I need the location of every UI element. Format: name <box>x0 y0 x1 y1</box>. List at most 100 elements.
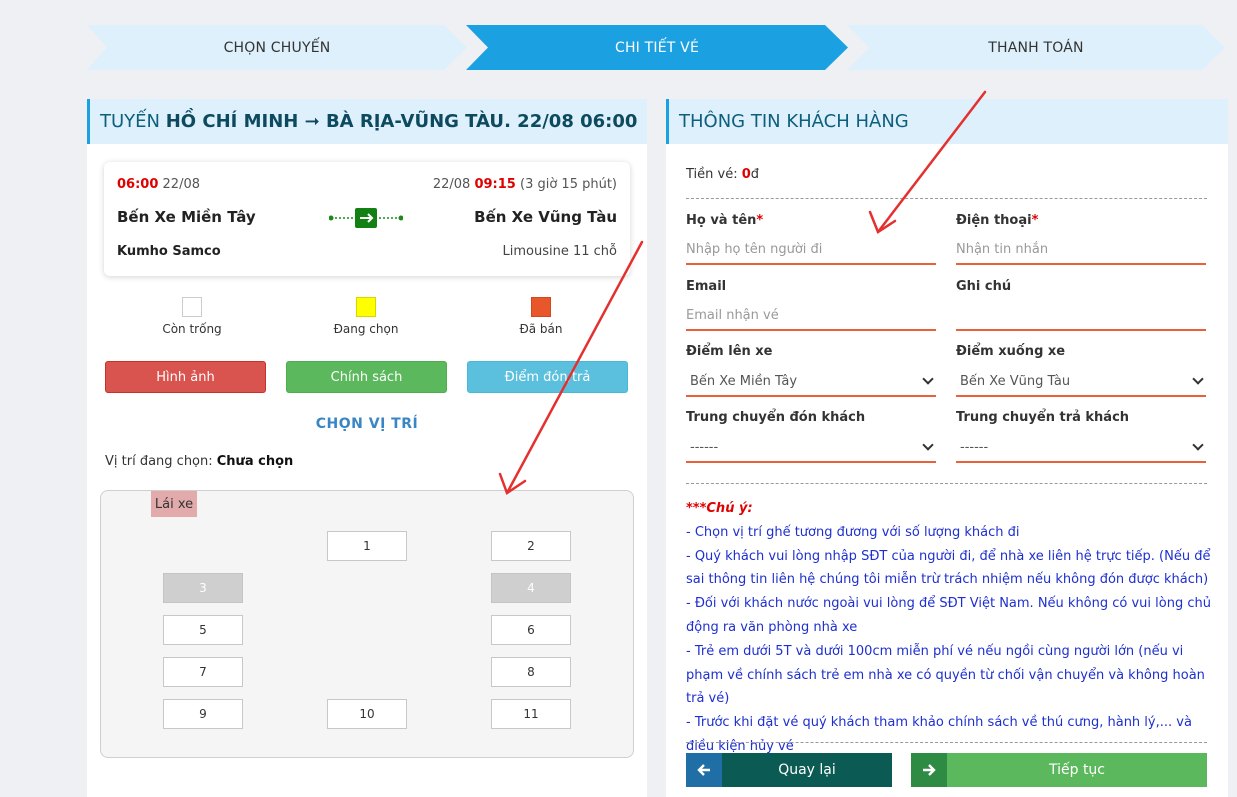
divider <box>686 483 1207 484</box>
operator: Kumho Samco <box>117 244 221 259</box>
phone-input[interactable]: Nhận tin nhắn <box>956 235 1206 265</box>
legend-available: Còn trống <box>132 297 252 336</box>
seat-9[interactable]: 9 <box>163 699 243 729</box>
note-input[interactable] <box>956 301 1206 331</box>
name-input[interactable]: Nhập họ tên người đi <box>686 235 936 265</box>
route-suffix: . 22/08 06:00 <box>504 111 638 132</box>
selected-seat-info: Vị trí đang chọn: Chưa chọn <box>105 454 293 469</box>
note-item: - Quý khách vui lòng nhập SĐT của người … <box>686 548 1211 588</box>
notes-title: ***Chú ý: <box>686 501 753 516</box>
chevron-down-icon <box>922 439 934 451</box>
route-prefix: TUYẾN <box>100 111 166 132</box>
email-label: Email <box>686 279 727 294</box>
arrow-right-icon <box>911 753 947 787</box>
seat-2[interactable]: 2 <box>491 531 571 561</box>
dropoff-label: Điểm xuống xe <box>956 344 1066 359</box>
phone-label: Điện thoại* <box>956 213 1038 228</box>
arrive-date: 22/08 <box>432 177 471 192</box>
phone-label-text: Điện thoại <box>956 213 1032 228</box>
route-header: TUYẾN HỒ CHÍ MINH ➞ BÀ RỊA-VŨNG TÀU. 22/… <box>87 99 647 144</box>
seat-5[interactable]: 5 <box>163 615 243 645</box>
step-ticket-details[interactable]: CHI TIẾT VÉ <box>466 25 848 70</box>
transfer-pickup-select[interactable]: ------ <box>686 433 936 463</box>
seat-10[interactable]: 10 <box>327 699 407 729</box>
price-unit: đ <box>750 167 760 182</box>
seat-map: Lái xe 1 2 3 4 5 6 7 8 9 10 11 <box>100 490 634 758</box>
policy-button[interactable]: Chính sách <box>286 361 447 393</box>
name-label-text: Họ và tên <box>686 213 757 228</box>
seat-1[interactable]: 1 <box>327 531 407 561</box>
back-label: Quay lại <box>778 762 836 778</box>
arrow-left-icon <box>686 753 722 787</box>
legend-selecting: Đang chọn <box>306 297 426 336</box>
selected-seat-label: Vị trí đang chọn: <box>105 454 217 469</box>
dropoff-value: Bến Xe Vũng Tàu <box>960 373 1071 389</box>
route-arrow-icon <box>329 208 403 228</box>
customer-header: THÔNG TIN KHÁCH HÀNG <box>666 99 1228 144</box>
step-choose-trip[interactable]: CHỌN CHUYẾN <box>87 25 467 70</box>
boarding-select[interactable]: Bến Xe Miền Tây <box>686 367 936 397</box>
price-value: 0 <box>741 167 751 182</box>
trip-card: 06:00 22/08 22/08 09:15 (3 giờ 15 phút) … <box>104 162 630 276</box>
legend-label: Đang chọn <box>333 322 399 336</box>
notes-section: ***Chú ý: - Chọn vị trí ghế tương đương … <box>686 497 1211 759</box>
legend-label: Còn trống <box>162 322 222 336</box>
seat-4: 4 <box>491 573 571 603</box>
duration: (3 giờ 15 phút) <box>520 177 617 192</box>
note-item: - Chọn vị trí ghế tương đương với số lượ… <box>686 524 1020 540</box>
dropoff-select[interactable]: Bến Xe Vũng Tàu <box>956 367 1206 397</box>
continue-label: Tiếp tục <box>1048 762 1106 778</box>
price-label: Tiền vé: <box>686 167 742 182</box>
trip-panel: TUYẾN HỒ CHÍ MINH ➞ BÀ RỊA-VŨNG TÀU. 22/… <box>87 99 647 797</box>
from-station: Bến Xe Miền Tây <box>117 208 256 226</box>
driver-seat: Lái xe <box>151 491 197 517</box>
legend-swatch-sold <box>531 297 551 317</box>
email-input[interactable]: Email nhận vé <box>686 301 936 331</box>
transfer-dropoff-value: ------ <box>960 439 989 455</box>
seat-7[interactable]: 7 <box>163 657 243 687</box>
required-mark: * <box>756 213 764 228</box>
arrival: 22/08 09:15 (3 giờ 15 phút) <box>433 177 617 192</box>
note-item: - Đối với khách nước ngoài vui lòng để S… <box>686 596 1211 635</box>
images-button[interactable]: Hình ảnh <box>105 361 266 393</box>
required-mark: * <box>1031 213 1039 228</box>
arrive-time: 09:15 <box>474 177 516 192</box>
boarding-value: Bến Xe Miền Tây <box>690 373 798 389</box>
continue-button[interactable]: Tiếp tục <box>911 753 1207 787</box>
departure: 06:00 22/08 <box>117 177 200 192</box>
note-item: - Trẻ em dưới 5T và dưới 100cm miễn phí … <box>686 643 1205 707</box>
legend-swatch-available <box>182 297 202 317</box>
customer-panel: THÔNG TIN KHÁCH HÀNG Tiền vé: 0đ Họ và t… <box>666 99 1228 797</box>
depart-time: 06:00 <box>117 177 159 192</box>
chevron-down-icon <box>1192 373 1204 385</box>
step-payment[interactable]: THANH TOÁN <box>847 25 1225 70</box>
seat-3: 3 <box>163 573 243 603</box>
boarding-label: Điểm lên xe <box>686 344 773 359</box>
transfer-pickup-label: Trung chuyển đón khách <box>686 410 866 425</box>
legend-label: Đã bán <box>519 322 563 336</box>
seat-8[interactable]: 8 <box>491 657 571 687</box>
legend-sold: Đã bán <box>481 297 601 336</box>
pickup-dropoff-button[interactable]: Điểm đón/trả <box>467 361 628 393</box>
selected-seat-value: Chưa chọn <box>216 454 294 469</box>
seat-11[interactable]: 11 <box>491 699 571 729</box>
ticket-price: Tiền vé: 0đ <box>686 167 759 182</box>
route-name: HỒ CHÍ MINH ➞ BÀ RỊA-VŨNG TÀU <box>165 111 505 132</box>
chevron-down-icon <box>1192 439 1204 451</box>
legend-swatch-selecting <box>356 297 376 317</box>
to-station: Bến Xe Vũng Tàu <box>474 208 617 226</box>
name-label: Họ và tên* <box>686 213 763 228</box>
note-item: - Trước khi đặt vé quý khách tham khảo c… <box>686 715 1192 754</box>
back-button[interactable]: Quay lại <box>686 753 892 787</box>
vehicle-type: Limousine 11 chỗ <box>502 244 617 259</box>
transfer-dropoff-label: Trung chuyển trả khách <box>956 410 1130 425</box>
transfer-dropoff-select[interactable]: ------ <box>956 433 1206 463</box>
chevron-down-icon <box>922 373 934 385</box>
divider <box>686 742 1207 743</box>
note-label: Ghi chú <box>956 279 1012 294</box>
divider <box>686 198 1207 199</box>
seat-6[interactable]: 6 <box>491 615 571 645</box>
transfer-pickup-value: ------ <box>690 439 719 455</box>
choose-seat-title: CHỌN VỊ TRÍ <box>315 416 419 432</box>
depart-date: 22/08 <box>162 177 200 192</box>
